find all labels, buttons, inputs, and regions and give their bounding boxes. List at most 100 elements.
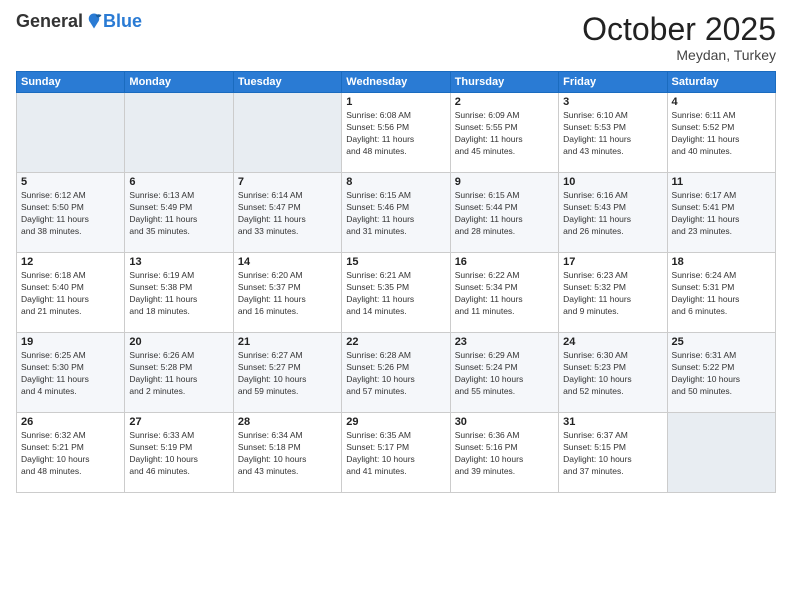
day-info: Sunrise: 6:15 AM Sunset: 5:46 PM Dayligh… — [346, 190, 445, 238]
day-info: Sunrise: 6:09 AM Sunset: 5:55 PM Dayligh… — [455, 110, 554, 158]
day-info: Sunrise: 6:36 AM Sunset: 5:16 PM Dayligh… — [455, 430, 554, 478]
day-info: Sunrise: 6:18 AM Sunset: 5:40 PM Dayligh… — [21, 270, 120, 318]
day-number: 18 — [672, 256, 771, 268]
calendar-day-16: 16Sunrise: 6:22 AM Sunset: 5:34 PM Dayli… — [450, 253, 558, 333]
day-info: Sunrise: 6:25 AM Sunset: 5:30 PM Dayligh… — [21, 350, 120, 398]
calendar-day-13: 13Sunrise: 6:19 AM Sunset: 5:38 PM Dayli… — [125, 253, 233, 333]
day-number: 4 — [672, 96, 771, 108]
logo: General Blue — [16, 12, 142, 30]
day-number: 6 — [129, 176, 228, 188]
col-header-thursday: Thursday — [450, 72, 558, 93]
day-info: Sunrise: 6:08 AM Sunset: 5:56 PM Dayligh… — [346, 110, 445, 158]
day-info: Sunrise: 6:14 AM Sunset: 5:47 PM Dayligh… — [238, 190, 337, 238]
empty-cell — [125, 93, 233, 173]
calendar-day-9: 9 Sunrise: 6:15 AM Sunset: 5:44 PM Daylig… — [450, 173, 558, 253]
day-info: Sunrise: 6:13 AM Sunset: 5:49 PM Dayligh… — [129, 190, 228, 238]
col-header-monday: Monday — [125, 72, 233, 93]
calendar-day-20: 20 Sunrise: 6:26 AM Sunset: 5:28 PM Dayli… — [125, 333, 233, 413]
col-header-friday: Friday — [559, 72, 667, 93]
calendar-day-18: 18Sunrise: 6:24 AM Sunset: 5:31 PM Dayli… — [667, 253, 775, 333]
col-header-sunday: Sunday — [17, 72, 125, 93]
calendar-day-27: 27 Sunrise: 6:33 AM Sunset: 5:19 PM Dayli… — [125, 413, 233, 493]
calendar-day-28: 28 Sunrise: 6:34 AM Sunset: 5:18 PM Dayli… — [233, 413, 341, 493]
day-info: Sunrise: 6:32 AM Sunset: 5:21 PM Dayligh… — [21, 430, 120, 478]
calendar-day-17: 17Sunrise: 6:23 AM Sunset: 5:32 PM Dayli… — [559, 253, 667, 333]
calendar-day-25: 25Sunrise: 6:31 AM Sunset: 5:22 PM Dayli… — [667, 333, 775, 413]
day-info: Sunrise: 6:35 AM Sunset: 5:17 PM Dayligh… — [346, 430, 445, 478]
day-number: 10 — [563, 176, 662, 188]
day-number: 14 — [238, 256, 337, 268]
day-number: 1 — [346, 96, 445, 108]
logo-text: General Blue — [16, 12, 142, 30]
empty-cell — [17, 93, 125, 173]
calendar-day-15: 15 Sunrise: 6:21 AM Sunset: 5:35 PM Dayli… — [342, 253, 450, 333]
calendar-day-19: 19 Sunrise: 6:25 AM Sunset: 5:30 PM Dayli… — [17, 333, 125, 413]
day-info: Sunrise: 6:33 AM Sunset: 5:19 PM Dayligh… — [129, 430, 228, 478]
day-info: Sunrise: 6:34 AM Sunset: 5:18 PM Dayligh… — [238, 430, 337, 478]
calendar-day-21: 21Sunrise: 6:27 AM Sunset: 5:27 PM Dayli… — [233, 333, 341, 413]
day-number: 9 — [455, 176, 554, 188]
calendar-week-3: 12 Sunrise: 6:18 AM Sunset: 5:40 PM Dayli… — [17, 253, 776, 333]
logo-blue: Blue — [103, 12, 142, 30]
day-number: 27 — [129, 416, 228, 428]
calendar-week-1: 1 Sunrise: 6:08 AM Sunset: 5:56 PM Daylig… — [17, 93, 776, 173]
calendar-day-3: 3 Sunrise: 6:10 AM Sunset: 5:53 PM Daylig… — [559, 93, 667, 173]
logo-general: General — [16, 12, 83, 30]
calendar-day-6: 6 Sunrise: 6:13 AM Sunset: 5:49 PM Daylig… — [125, 173, 233, 253]
calendar-day-29: 29 Sunrise: 6:35 AM Sunset: 5:17 PM Dayli… — [342, 413, 450, 493]
day-info: Sunrise: 6:11 AM Sunset: 5:52 PM Dayligh… — [672, 110, 771, 158]
day-number: 24 — [563, 336, 662, 348]
day-number: 22 — [346, 336, 445, 348]
day-info: Sunrise: 6:31 AM Sunset: 5:22 PM Dayligh… — [672, 350, 771, 398]
day-number: 13 — [129, 256, 228, 268]
location: Meydan, Turkey — [582, 47, 776, 63]
day-info: Sunrise: 6:26 AM Sunset: 5:28 PM Dayligh… — [129, 350, 228, 398]
day-info: Sunrise: 6:10 AM Sunset: 5:53 PM Dayligh… — [563, 110, 662, 158]
day-number: 16 — [455, 256, 554, 268]
calendar-week-5: 26 Sunrise: 6:32 AM Sunset: 5:21 PM Dayli… — [17, 413, 776, 493]
calendar-day-26: 26 Sunrise: 6:32 AM Sunset: 5:21 PM Dayli… — [17, 413, 125, 493]
day-number: 30 — [455, 416, 554, 428]
calendar-day-10: 10 Sunrise: 6:16 AM Sunset: 5:43 PM Dayli… — [559, 173, 667, 253]
page: General Blue October 2025 Meydan, Turkey… — [0, 0, 792, 612]
day-info: Sunrise: 6:21 AM Sunset: 5:35 PM Dayligh… — [346, 270, 445, 318]
day-number: 21 — [238, 336, 337, 348]
day-info: Sunrise: 6:30 AM Sunset: 5:23 PM Dayligh… — [563, 350, 662, 398]
day-number: 26 — [21, 416, 120, 428]
empty-cell — [233, 93, 341, 173]
day-info: Sunrise: 6:29 AM Sunset: 5:24 PM Dayligh… — [455, 350, 554, 398]
day-number: 20 — [129, 336, 228, 348]
day-number: 12 — [21, 256, 120, 268]
header: General Blue October 2025 Meydan, Turkey — [16, 12, 776, 63]
day-number: 17 — [563, 256, 662, 268]
day-number: 29 — [346, 416, 445, 428]
logo-bird-icon — [85, 12, 103, 30]
calendar-day-7: 7Sunrise: 6:14 AM Sunset: 5:47 PM Daylig… — [233, 173, 341, 253]
day-number: 5 — [21, 176, 120, 188]
empty-cell — [667, 413, 775, 493]
col-header-wednesday: Wednesday — [342, 72, 450, 93]
calendar: SundayMondayTuesdayWednesdayThursdayFrid… — [16, 71, 776, 493]
calendar-day-2: 2Sunrise: 6:09 AM Sunset: 5:55 PM Daylig… — [450, 93, 558, 173]
calendar-day-5: 5Sunrise: 6:12 AM Sunset: 5:50 PM Daylig… — [17, 173, 125, 253]
day-info: Sunrise: 6:37 AM Sunset: 5:15 PM Dayligh… — [563, 430, 662, 478]
month-title: October 2025 — [582, 12, 776, 47]
col-header-saturday: Saturday — [667, 72, 775, 93]
calendar-day-24: 24 Sunrise: 6:30 AM Sunset: 5:23 PM Dayli… — [559, 333, 667, 413]
day-number: 15 — [346, 256, 445, 268]
day-info: Sunrise: 6:16 AM Sunset: 5:43 PM Dayligh… — [563, 190, 662, 238]
calendar-day-30: 30 Sunrise: 6:36 AM Sunset: 5:16 PM Dayli… — [450, 413, 558, 493]
day-number: 8 — [346, 176, 445, 188]
day-info: Sunrise: 6:20 AM Sunset: 5:37 PM Dayligh… — [238, 270, 337, 318]
calendar-week-2: 5Sunrise: 6:12 AM Sunset: 5:50 PM Daylig… — [17, 173, 776, 253]
day-number: 3 — [563, 96, 662, 108]
calendar-day-4: 4 Sunrise: 6:11 AM Sunset: 5:52 PM Daylig… — [667, 93, 775, 173]
col-header-tuesday: Tuesday — [233, 72, 341, 93]
day-info: Sunrise: 6:15 AM Sunset: 5:44 PM Dayligh… — [455, 190, 554, 238]
day-number: 28 — [238, 416, 337, 428]
day-number: 23 — [455, 336, 554, 348]
day-info: Sunrise: 6:17 AM Sunset: 5:41 PM Dayligh… — [672, 190, 771, 238]
calendar-day-11: 11Sunrise: 6:17 AM Sunset: 5:41 PM Dayli… — [667, 173, 775, 253]
calendar-week-4: 19 Sunrise: 6:25 AM Sunset: 5:30 PM Dayli… — [17, 333, 776, 413]
day-number: 19 — [21, 336, 120, 348]
